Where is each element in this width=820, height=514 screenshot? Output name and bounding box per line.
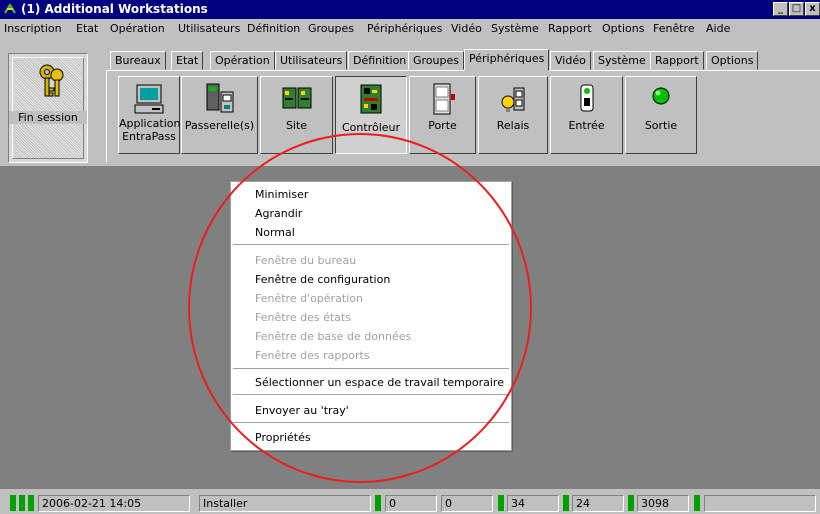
menu-item-agrandir[interactable]: Agrandir	[255, 207, 302, 220]
sortie-button[interactable]: Sortie	[625, 76, 697, 154]
minimize-button[interactable]: _	[773, 2, 788, 16]
entree-button[interactable]: Entrée	[550, 76, 623, 154]
door-icon	[433, 83, 455, 115]
menu-separator	[233, 422, 509, 423]
menu-item-envoyer-tray[interactable]: Envoyer au 'tray'	[255, 404, 349, 417]
menu-separator	[233, 368, 509, 369]
app-icon	[3, 2, 17, 16]
fin-session-button[interactable]: Fin session	[8, 53, 88, 163]
menu-item-minimiser[interactable]: Minimiser	[255, 188, 308, 201]
application-label: Application	[119, 117, 181, 130]
status-counter-4: 24	[572, 495, 624, 512]
gateway-icon	[206, 83, 233, 113]
menu-inscription[interactable]: Inscription	[4, 22, 62, 35]
output-led-icon	[652, 87, 670, 105]
title-bar[interactable]: (1) Additional Workstations _ □ x	[0, 0, 820, 19]
porte-label: Porte	[428, 119, 457, 132]
status-led	[375, 495, 381, 511]
menu-bar: Inscription Etat Opération Utilisateurs …	[0, 19, 820, 39]
site-icon	[282, 87, 311, 109]
tab-rapport[interactable]: Rapport	[650, 51, 704, 70]
input-switch-icon	[580, 84, 593, 112]
controleur-button[interactable]: Contrôleur	[335, 76, 407, 154]
passerelles-button[interactable]: Passerelle(s)	[181, 76, 258, 154]
application-entrapass-button[interactable]: Application EntraPass	[118, 76, 180, 154]
passerelles-label: Passerelle(s)	[184, 119, 255, 132]
status-led	[563, 495, 569, 511]
maximize-button[interactable]: □	[789, 2, 804, 16]
tab-definition[interactable]: Définition	[348, 51, 412, 70]
menu-video[interactable]: Vidéo	[451, 22, 482, 35]
computer-icon	[134, 84, 164, 114]
status-counter-2: 0	[441, 495, 493, 512]
menu-separator	[233, 244, 509, 245]
tab-video[interactable]: Vidéo	[550, 51, 591, 70]
menu-utilisateurs[interactable]: Utilisateurs	[178, 22, 240, 35]
status-led	[628, 495, 634, 511]
status-user: Installer	[199, 495, 371, 512]
status-counter-5: 3098	[637, 495, 689, 512]
menu-options[interactable]: Options	[602, 22, 644, 35]
status-counter-1: 0	[385, 495, 437, 512]
menu-item-proprietes[interactable]: Propriétés	[255, 431, 311, 444]
context-menu: Minimiser Agrandir Normal Fenêtre du bur…	[230, 181, 512, 451]
status-datetime: 2006-02-21 14:05	[38, 495, 190, 512]
tab-peripheriques[interactable]: Périphériques	[464, 49, 550, 71]
menu-aide[interactable]: Aide	[706, 22, 730, 35]
menu-item-fenetre-base-donnees: Fenêtre de base de données	[255, 330, 412, 343]
porte-button[interactable]: Porte	[409, 76, 476, 154]
relais-button[interactable]: Relais	[478, 76, 548, 154]
controller-board-icon	[360, 84, 382, 114]
menu-item-fenetre-operation: Fenêtre d'opération	[255, 292, 363, 305]
keys-icon	[39, 64, 64, 97]
entree-label: Entrée	[568, 119, 605, 132]
tab-options[interactable]: Options	[706, 51, 759, 70]
status-bar: 2006-02-21 14:05 Installer 0 0 34 24 309…	[0, 489, 820, 514]
status-counter-3: 34	[507, 495, 559, 512]
menu-item-espace-temporaire[interactable]: Sélectionner un espace de travail tempor…	[255, 376, 504, 389]
close-button[interactable]: x	[805, 2, 820, 16]
tab-groupes[interactable]: Groupes	[408, 51, 464, 70]
menu-peripheriques[interactable]: Périphériques	[367, 22, 442, 35]
sortie-label: Sortie	[644, 119, 678, 132]
tab-etat[interactable]: Etat	[171, 51, 204, 70]
tab-systeme[interactable]: Système	[593, 51, 651, 70]
fin-session-label: Fin session	[9, 111, 87, 124]
menu-item-fenetre-rapports: Fenêtre des rapports	[255, 349, 370, 362]
menu-separator	[233, 394, 509, 395]
menu-etat[interactable]: Etat	[76, 22, 98, 35]
site-label: Site	[285, 119, 308, 132]
entrapass-label: EntraPass	[122, 130, 176, 143]
menu-operation[interactable]: Opération	[110, 22, 165, 35]
menu-item-normal[interactable]: Normal	[255, 226, 295, 239]
menu-fenetre[interactable]: Fenêtre	[653, 22, 695, 35]
menu-rapport[interactable]: Rapport	[548, 22, 592, 35]
tab-utilisateurs[interactable]: Utilisateurs	[275, 51, 348, 70]
menu-definition[interactable]: Définition	[247, 22, 300, 35]
status-led	[28, 495, 34, 511]
relay-icon	[501, 87, 525, 112]
toolbar-area: Fin session Bureaux Etat Opération Utili…	[0, 39, 820, 167]
status-panel-empty	[704, 495, 816, 512]
menu-item-fenetre-bureau: Fenêtre du bureau	[255, 254, 357, 267]
status-led	[498, 495, 504, 511]
status-led	[694, 495, 700, 511]
menu-systeme[interactable]: Système	[491, 22, 539, 35]
menu-item-fenetre-configuration[interactable]: Fenêtre de configuration	[255, 273, 390, 286]
status-led	[10, 495, 16, 511]
tab-bureaux[interactable]: Bureaux	[110, 51, 166, 70]
tab-operation[interactable]: Opération	[210, 51, 275, 70]
status-led	[19, 495, 25, 511]
relais-label: Relais	[496, 119, 530, 132]
site-button[interactable]: Site	[260, 76, 333, 154]
menu-groupes[interactable]: Groupes	[308, 22, 354, 35]
menu-item-fenetre-etats: Fenêtre des états	[255, 311, 351, 324]
controleur-label: Contrôleur	[341, 121, 401, 134]
window-title: (1) Additional Workstations	[21, 2, 208, 16]
